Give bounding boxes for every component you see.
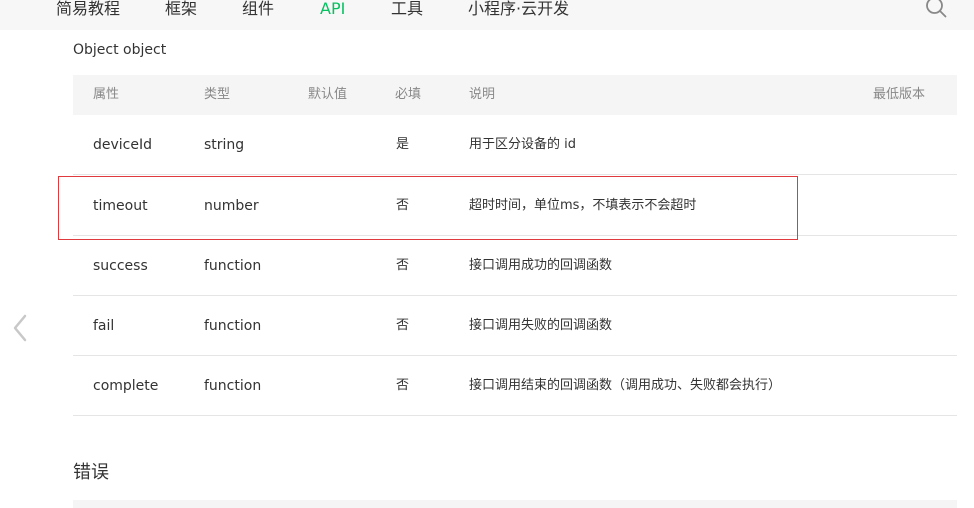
header-required: 必填 — [395, 87, 422, 102]
cell-property: success — [93, 258, 148, 274]
cell-description: 接口调用结束的回调函数（调用成功、失败都会执行） — [469, 378, 782, 393]
search-icon[interactable] — [925, 0, 947, 18]
table-row: complete function 否 接口调用结束的回调函数（调用成功、失败都… — [73, 356, 957, 416]
cell-type: function — [204, 378, 262, 394]
nav-item-tutorial[interactable]: 简易教程 — [56, 0, 120, 22]
header-min-version: 最低版本 — [873, 87, 926, 102]
header-type: 类型 — [204, 87, 231, 102]
cell-required: 否 — [396, 258, 410, 273]
table-row: fail function 否 接口调用失败的回调函数 — [73, 296, 957, 356]
top-navigation: 简易教程 框架 组件 API 工具 小程序·云开发 — [0, 0, 974, 30]
cell-description: 接口调用失败的回调函数 — [469, 318, 613, 333]
cell-property: fail — [93, 318, 115, 334]
section-title-errors: 错误 — [73, 462, 109, 483]
nav-item-api[interactable]: API — [320, 0, 345, 22]
cell-property: deviceId — [93, 137, 153, 153]
cell-type: string — [204, 137, 245, 153]
cell-type: function — [204, 318, 262, 334]
cell-required: 否 — [396, 318, 410, 333]
nav-item-framework[interactable]: 框架 — [165, 0, 197, 22]
highlight-annotation-box — [58, 176, 798, 240]
nav-item-tools[interactable]: 工具 — [391, 0, 423, 22]
cell-description: 接口调用成功的回调函数 — [469, 258, 613, 273]
nav-item-components[interactable]: 组件 — [242, 0, 274, 22]
header-default: 默认值 — [308, 87, 348, 102]
table-row: deviceId string 是 用于区分设备的 id — [73, 115, 957, 175]
chevron-left-icon[interactable] — [10, 313, 30, 343]
nav-item-cloud-dev[interactable]: 小程序·云开发 — [468, 0, 569, 22]
params-table-header: 属性 类型 默认值 必填 说明 最低版本 — [73, 75, 957, 115]
cell-required: 是 — [396, 137, 410, 152]
errors-table-header — [73, 500, 957, 508]
cell-type: function — [204, 258, 262, 274]
table-row: success function 否 接口调用成功的回调函数 — [73, 236, 957, 296]
header-property: 属性 — [93, 87, 120, 102]
header-description: 说明 — [469, 87, 496, 102]
cell-property: complete — [93, 378, 159, 394]
object-type-title: Object object — [73, 42, 167, 58]
cell-required: 否 — [396, 378, 410, 393]
cell-description: 用于区分设备的 id — [469, 137, 576, 152]
